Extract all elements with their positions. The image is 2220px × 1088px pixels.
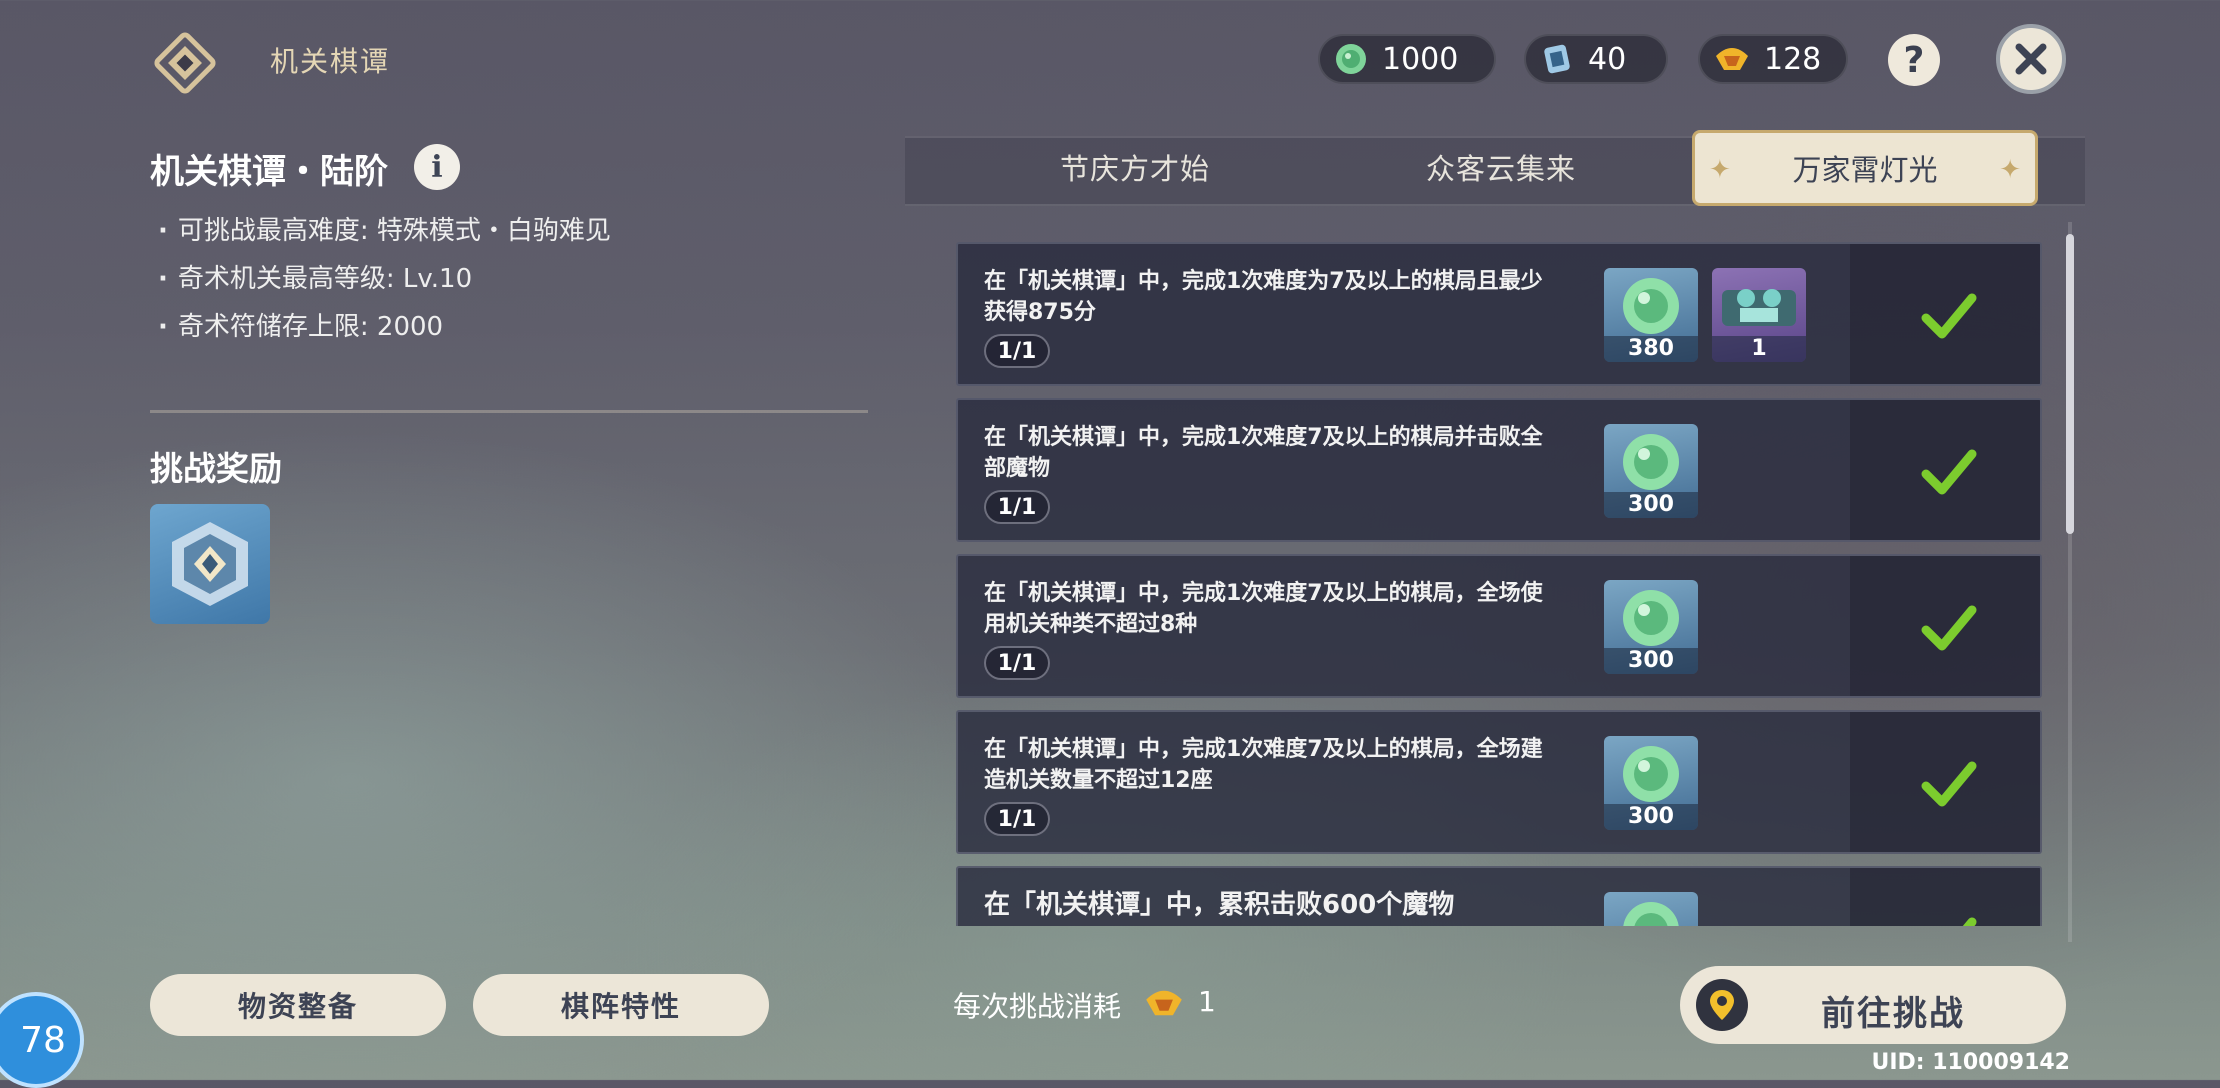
green-coin-icon xyxy=(1623,746,1679,802)
task-row: 在「机关棋谭」中，完成1次难度7及以上的棋局，全场使用机关种类不超过8种 1/1… xyxy=(956,554,2042,698)
currency-value: 128 xyxy=(1764,41,1822,77)
close-icon xyxy=(2015,43,2047,75)
rewards-title: 挑战奖励 xyxy=(150,449,282,488)
stage-info-item: 奇术机关最高等级: Lv.10 xyxy=(158,258,472,295)
rune-cube-icon xyxy=(172,522,248,606)
divider xyxy=(150,410,868,413)
check-icon xyxy=(1921,605,1977,651)
app-logo-icon xyxy=(152,30,218,96)
green-coin-icon xyxy=(1623,278,1679,334)
gold-lantern-icon xyxy=(1146,990,1182,1016)
currency-green-coin: 1000 xyxy=(1318,34,1496,84)
reward-count: 300 xyxy=(1604,492,1698,518)
tab-lantern-lights[interactable]: ✦ 万家霄灯光 ✦ xyxy=(1692,130,2038,206)
app-title: 机关棋谭 xyxy=(270,45,391,78)
scrollbar[interactable] xyxy=(2066,234,2074,534)
cost-value: 1 xyxy=(1198,985,1216,1018)
task-list[interactable]: 在「机关棋谭」中，完成1次难度为7及以上的棋局且最少获得875分 1/1 380… xyxy=(952,236,2046,926)
green-coin-icon xyxy=(1623,434,1679,490)
tab-festival-start[interactable]: 节庆方才始 xyxy=(1060,146,1210,188)
currency-blue-rune: 40 xyxy=(1524,34,1668,84)
reward-count: 300 xyxy=(1604,804,1698,830)
stage-title: 机关棋谭・陆阶 xyxy=(150,152,388,192)
task-description: 在「机关棋谭」中，累积击败600个魔物 xyxy=(984,890,1455,920)
star-icon: ✦ xyxy=(1709,155,1731,185)
reward-count: 380 xyxy=(1604,336,1698,362)
task-description: 在「机关棋谭」中，完成1次难度7及以上的棋局，全场建造机关数量不超过12座 xyxy=(984,737,1543,793)
stage-info-item: 可挑战最高难度: 特殊模式・白驹难见 xyxy=(158,210,611,247)
supplies-button[interactable]: 物资整备 xyxy=(150,974,446,1036)
green-coin-icon xyxy=(1623,590,1679,646)
star-icon: ✦ xyxy=(1999,155,2021,185)
currency-value: 40 xyxy=(1588,41,1627,77)
reward-count: 1 xyxy=(1712,336,1806,362)
formation-features-button[interactable]: 棋阵特性 xyxy=(473,974,769,1036)
task-row: 在「机关棋谭」中，完成1次难度为7及以上的棋局且最少获得875分 1/1 380… xyxy=(956,242,2042,386)
level-badge: 78 xyxy=(0,992,84,1088)
currency-value: 1000 xyxy=(1382,41,1459,77)
ornament-icon xyxy=(1722,289,1796,326)
reward-green-coin[interactable]: 300 xyxy=(1604,736,1698,830)
go-challenge-label: 前往挑战 xyxy=(1821,994,1965,1034)
uid-label: UID: 110009142 xyxy=(1871,1050,2070,1075)
task-row: 在「机关棋谭」中，累积击败600个魔物 xyxy=(956,866,2042,926)
reward-item-cube[interactable] xyxy=(150,504,270,624)
tab-guests-gather[interactable]: 众客云集来 xyxy=(1426,146,1576,188)
green-coin-icon xyxy=(1623,902,1679,926)
gold-lantern-icon xyxy=(1716,48,1748,70)
help-button[interactable]: ? xyxy=(1888,34,1940,86)
task-progress: 1/1 xyxy=(984,802,1050,836)
task-description: 在「机关棋谭」中，完成1次难度7及以上的棋局并击败全部魔物 xyxy=(984,425,1543,481)
reward-ornament[interactable]: 1 xyxy=(1712,268,1806,362)
reward-green-coin[interactable]: 300 xyxy=(1604,580,1698,674)
green-coin-icon xyxy=(1336,44,1366,74)
check-icon xyxy=(1962,917,1977,926)
close-button[interactable] xyxy=(1996,24,2066,94)
check-icon xyxy=(1921,293,1977,339)
task-progress: 1/1 xyxy=(984,334,1050,368)
go-challenge-button[interactable]: 前往挑战 xyxy=(1680,966,2066,1044)
reward-count: 300 xyxy=(1604,648,1698,674)
task-description: 在「机关棋谭」中，完成1次难度为7及以上的棋局且最少获得875分 xyxy=(984,269,1543,325)
check-icon xyxy=(1921,761,1977,807)
task-row: 在「机关棋谭」中，完成1次难度7及以上的棋局，全场建造机关数量不超过12座 1/… xyxy=(956,710,2042,854)
task-description: 在「机关棋谭」中，完成1次难度7及以上的棋局，全场使用机关种类不超过8种 xyxy=(984,581,1543,637)
reward-green-coin[interactable] xyxy=(1604,892,1698,926)
cost-label: 每次挑战消耗 xyxy=(953,990,1122,1023)
check-icon xyxy=(1921,449,1977,495)
tab-label: 万家霄灯光 xyxy=(1792,153,1938,187)
reward-green-coin[interactable]: 380 xyxy=(1604,268,1698,362)
help-icon: ? xyxy=(1903,39,1925,81)
task-progress: 1/1 xyxy=(984,646,1050,680)
task-row: 在「机关棋谭」中，完成1次难度7及以上的棋局并击败全部魔物 1/1 300 xyxy=(956,398,2042,542)
stage-info-item: 奇术符储存上限: 2000 xyxy=(158,306,443,343)
currency-gold-lantern: 128 xyxy=(1698,34,1848,84)
info-icon[interactable]: i xyxy=(414,144,460,190)
reward-green-coin[interactable]: 300 xyxy=(1604,424,1698,518)
task-progress: 1/1 xyxy=(984,490,1050,524)
blue-rune-icon xyxy=(1544,44,1570,74)
